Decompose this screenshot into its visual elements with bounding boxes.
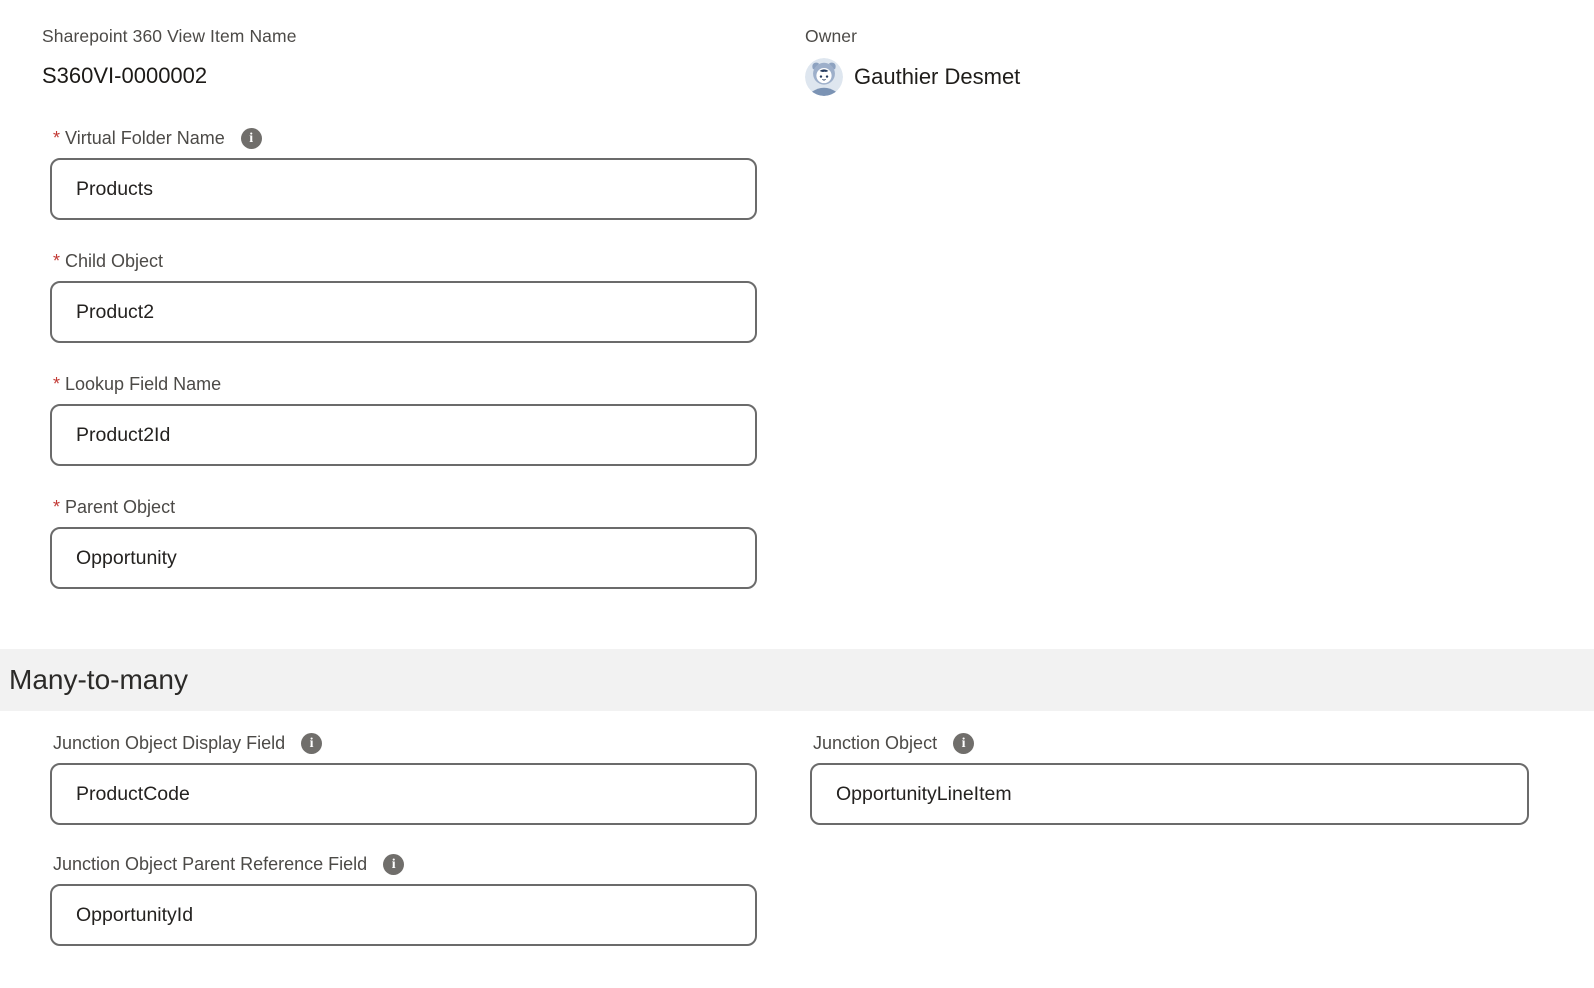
section-header-many-to-many: Many-to-many bbox=[0, 649, 1594, 711]
child-object-label: Child Object bbox=[65, 251, 163, 272]
many-to-many-fields: Junction Object Display Field i Junction… bbox=[0, 733, 1594, 975]
info-icon[interactable]: i bbox=[301, 733, 322, 754]
junction-object-display-field-input[interactable] bbox=[50, 763, 757, 825]
parent-object-input[interactable] bbox=[50, 527, 757, 589]
record-name-label: Sharepoint 360 View Item Name bbox=[42, 26, 805, 47]
field-label-row: * Child Object bbox=[50, 251, 757, 272]
info-icon[interactable]: i bbox=[953, 733, 974, 754]
field-lookup-field-name: * Lookup Field Name bbox=[50, 374, 757, 466]
virtual-folder-name-input[interactable] bbox=[50, 158, 757, 220]
form-fields: * Virtual Folder Name i * Child Object *… bbox=[0, 128, 1594, 589]
field-virtual-folder-name: * Virtual Folder Name i bbox=[50, 128, 757, 220]
junction-object-label: Junction Object bbox=[813, 733, 937, 754]
lookup-field-name-input[interactable] bbox=[50, 404, 757, 466]
field-label-row: * Parent Object bbox=[50, 497, 757, 518]
field-label-row: * Lookup Field Name bbox=[50, 374, 757, 395]
info-icon[interactable]: i bbox=[241, 128, 262, 149]
field-label-row: Junction Object Parent Reference Field i bbox=[50, 854, 757, 875]
required-asterisk: * bbox=[53, 497, 60, 518]
field-label-row: * Virtual Folder Name i bbox=[50, 128, 757, 149]
required-asterisk: * bbox=[53, 128, 60, 149]
owner-group: Owner Gauthier Desmet bbox=[805, 26, 1554, 96]
field-junction-object: Junction Object i bbox=[810, 733, 1529, 825]
required-asterisk: * bbox=[53, 374, 60, 395]
junction-object-display-field-label: Junction Object Display Field bbox=[53, 733, 285, 754]
section-title: Many-to-many bbox=[9, 664, 188, 696]
info-icon[interactable]: i bbox=[383, 854, 404, 875]
owner-row: Gauthier Desmet bbox=[805, 58, 1554, 96]
child-object-input[interactable] bbox=[50, 281, 757, 343]
junction-object-parent-reference-field-label: Junction Object Parent Reference Field bbox=[53, 854, 367, 875]
junction-object-parent-reference-field-input[interactable] bbox=[50, 884, 757, 946]
field-junction-object-parent-reference-field: Junction Object Parent Reference Field i bbox=[50, 854, 757, 946]
field-parent-object: * Parent Object bbox=[50, 497, 757, 589]
field-child-object: * Child Object bbox=[50, 251, 757, 343]
junction-object-input[interactable] bbox=[810, 763, 1529, 825]
field-label-row: Junction Object Display Field i bbox=[50, 733, 757, 754]
owner-label: Owner bbox=[805, 26, 1554, 47]
record-name-group: Sharepoint 360 View Item Name S360VI-000… bbox=[42, 26, 805, 96]
field-label-row: Junction Object i bbox=[810, 733, 1529, 754]
parent-object-label: Parent Object bbox=[65, 497, 175, 518]
record-edit-page: Sharepoint 360 View Item Name S360VI-000… bbox=[0, 0, 1594, 988]
record-highlights: Sharepoint 360 View Item Name S360VI-000… bbox=[0, 0, 1594, 96]
owner-avatar-icon[interactable] bbox=[805, 58, 843, 96]
field-junction-object-display-field: Junction Object Display Field i bbox=[50, 733, 757, 825]
owner-name[interactable]: Gauthier Desmet bbox=[854, 64, 1020, 90]
lookup-field-name-label: Lookup Field Name bbox=[65, 374, 221, 395]
record-name-value: S360VI-0000002 bbox=[42, 63, 805, 89]
required-asterisk: * bbox=[53, 251, 60, 272]
virtual-folder-name-label: Virtual Folder Name bbox=[65, 128, 225, 149]
